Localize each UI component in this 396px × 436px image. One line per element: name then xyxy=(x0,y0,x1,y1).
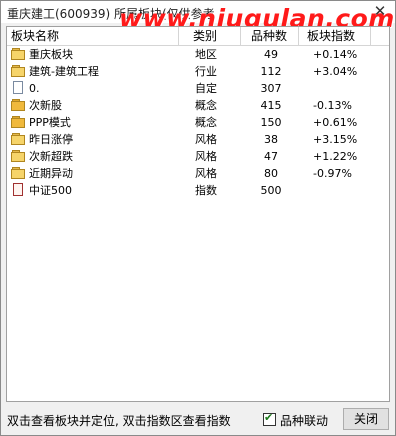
sector-name: 次新股 xyxy=(29,99,62,112)
column-header-count[interactable]: 品种数 xyxy=(241,27,299,45)
sector-name: 近期异动 xyxy=(29,167,73,180)
sector-count: 307 xyxy=(260,82,282,95)
sector-index xyxy=(303,182,373,199)
sector-index: -0.97% xyxy=(313,167,352,180)
sector-count: 150 xyxy=(260,116,282,129)
sector-dialog: 重庆建工(600939) 所属板块(仅供参考 www.niugulan.com … xyxy=(0,0,396,436)
sector-index: +3.04% xyxy=(313,65,358,78)
table-row[interactable]: 中证500 指数 500 xyxy=(7,182,389,199)
sector-name: 0. xyxy=(29,82,40,95)
status-bar: 双击查看板块并定位, 双击指数区查看指数 ✔ 品种联动 关闭 xyxy=(1,404,395,435)
sector-type: 概念 xyxy=(195,116,217,129)
table-row[interactable]: 次新股 概念 415 -0.13% xyxy=(7,97,389,114)
link-checkbox[interactable]: ✔ 品种联动 xyxy=(263,411,329,428)
table-row[interactable]: PPP模式 概念 150 +0.61% xyxy=(7,114,389,131)
column-header-name[interactable]: 板块名称 xyxy=(7,27,179,45)
folder-icon xyxy=(11,132,27,146)
sector-type: 风格 xyxy=(195,150,217,163)
table-body: 重庆板块 地区 49 +0.14% 建筑-建筑工程 行业 112 +3.04% … xyxy=(7,46,389,199)
sector-name: 昨日涨停 xyxy=(29,133,73,146)
column-header-type[interactable]: 类别 xyxy=(179,27,241,45)
table-header: 板块名称 类别 品种数 板块指数 xyxy=(7,27,389,46)
close-button[interactable]: 关闭 xyxy=(343,408,389,430)
sector-count: 49 xyxy=(264,48,278,61)
index-document-icon xyxy=(11,183,27,197)
sector-name: PPP模式 xyxy=(29,116,71,129)
table-row[interactable]: 重庆板块 地区 49 +0.14% xyxy=(7,46,389,63)
sector-count: 500 xyxy=(260,184,282,197)
sector-type: 自定 xyxy=(195,82,217,95)
sector-type: 风格 xyxy=(195,133,217,146)
sector-index: -0.13% xyxy=(313,99,352,112)
close-icon[interactable]: ✕ xyxy=(371,2,389,20)
sector-count: 38 xyxy=(264,133,278,146)
sector-type: 指数 xyxy=(195,184,217,197)
sector-type: 地区 xyxy=(195,48,217,61)
title-bar: 重庆建工(600939) 所属板块(仅供参考 www.niugulan.com … xyxy=(1,1,395,33)
sector-index: +0.61% xyxy=(313,116,358,129)
folder-icon xyxy=(11,64,27,78)
sector-list[interactable]: 板块名称 类别 品种数 板块指数 重庆板块 地区 49 +0.14% 建筑-建筑… xyxy=(6,26,390,402)
sector-name: 建筑-建筑工程 xyxy=(29,65,99,78)
sector-index: +3.15% xyxy=(313,133,358,146)
sector-type: 行业 xyxy=(195,65,217,78)
sector-name: 重庆板块 xyxy=(29,48,73,61)
table-row[interactable]: 近期异动 风格 80 -0.97% xyxy=(7,165,389,182)
checkbox-label: 品种联动 xyxy=(280,414,329,428)
sector-count: 47 xyxy=(264,150,278,163)
hint-text: 双击查看板块并定位, 双击指数区查看指数 xyxy=(7,414,231,428)
table-row[interactable]: 昨日涨停 风格 38 +3.15% xyxy=(7,131,389,148)
table-row[interactable]: 0. 自定 307 xyxy=(7,80,389,97)
folder-icon xyxy=(11,47,27,61)
sector-type: 风格 xyxy=(195,167,217,180)
sector-name: 中证500 xyxy=(29,184,72,197)
folder-icon xyxy=(11,166,27,180)
table-row[interactable]: 次新超跌 风格 47 +1.22% xyxy=(7,148,389,165)
document-icon xyxy=(11,81,27,95)
checkbox-icon[interactable]: ✔ xyxy=(263,411,276,426)
sector-index xyxy=(303,80,373,97)
sector-count: 80 xyxy=(264,167,278,180)
sector-count: 415 xyxy=(260,99,282,112)
sector-count: 112 xyxy=(260,65,282,78)
checkmark-icon: ✔ xyxy=(264,411,274,424)
sector-type: 概念 xyxy=(195,99,217,112)
folder-icon xyxy=(11,98,27,112)
sector-name: 次新超跌 xyxy=(29,150,73,163)
folder-icon xyxy=(11,115,27,129)
table-row[interactable]: 建筑-建筑工程 行业 112 +3.04% xyxy=(7,63,389,80)
folder-icon xyxy=(11,149,27,163)
sector-index: +0.14% xyxy=(313,48,358,61)
column-header-index[interactable]: 板块指数 xyxy=(299,27,371,45)
sector-index: +1.22% xyxy=(313,150,358,163)
